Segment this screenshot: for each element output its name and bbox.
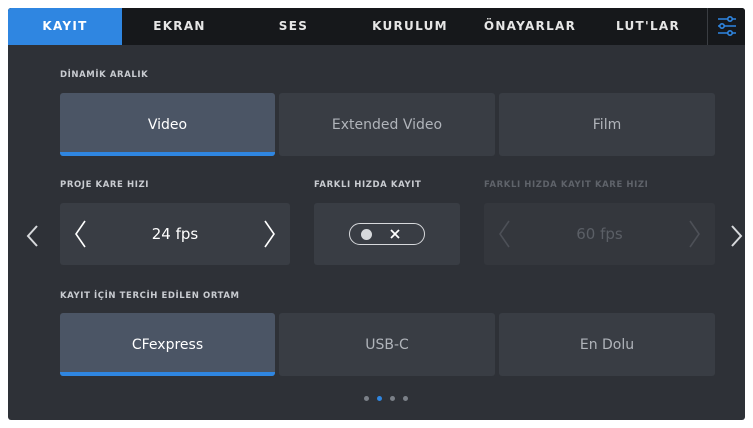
off-speed-toggle[interactable] <box>349 223 425 245</box>
camera-settings-screen: KAYIT EKRAN SES KURULUM ÖNAYARLAR LUT'LA… <box>8 8 745 420</box>
page-dot-3[interactable] <box>390 396 395 401</box>
frame-rate-label: PROJE KARE HIZI <box>60 180 150 190</box>
page-dot-1[interactable] <box>364 396 369 401</box>
chevron-right-icon <box>689 220 700 248</box>
frame-rate-control: 24 fps <box>60 203 290 265</box>
chevron-right-icon <box>731 225 743 247</box>
tab-bar: KAYIT EKRAN SES KURULUM ÖNAYARLAR LUT'LA… <box>8 8 745 45</box>
frame-rate-increase-button[interactable] <box>256 203 282 265</box>
dynamic-range-film-label: Film <box>592 116 622 133</box>
media-cfexpress-button[interactable]: CFexpress <box>60 313 275 376</box>
tab-onayarlar[interactable]: ÖNAYARLAR <box>470 8 590 45</box>
chevron-left-icon <box>26 225 38 247</box>
previous-page-button[interactable] <box>22 216 44 256</box>
chevron-right-icon <box>264 220 275 248</box>
tab-ses[interactable]: SES <box>237 8 350 45</box>
close-icon <box>390 229 400 239</box>
selected-indicator <box>60 372 275 376</box>
chevron-left-icon <box>75 220 86 248</box>
tab-ekran[interactable]: EKRAN <box>122 8 237 45</box>
media-cfexpress-label: CFexpress <box>131 336 204 353</box>
settings-menu-button[interactable] <box>707 8 745 45</box>
frame-rate-decrease-button[interactable] <box>68 203 94 265</box>
tab-kurulum[interactable]: KURULUM <box>350 8 470 45</box>
media-label: KAYIT İÇİN TERCİH EDİLEN ORTAM <box>60 291 240 301</box>
dynamic-range-video-button[interactable]: Video <box>60 93 275 156</box>
off-speed-rate-value: 60 fps <box>576 225 623 243</box>
off-speed-panel <box>314 203 460 265</box>
toggle-knob <box>361 228 372 240</box>
off-speed-rate-label: FARKLI HIZDA KAYIT KARE HIZI <box>484 180 649 190</box>
off-speed-rate-increase-button <box>681 203 707 265</box>
dynamic-range-video-label: Video <box>147 116 188 133</box>
dynamic-range-film-button[interactable]: Film <box>499 93 715 156</box>
selected-indicator <box>60 152 275 156</box>
off-speed-rate-control: 60 fps <box>484 203 715 265</box>
dynamic-range-extended-video-label: Extended Video <box>331 116 443 133</box>
media-fullest-button[interactable]: En Dolu <box>499 313 715 376</box>
media-usb-c-button[interactable]: USB-C <box>279 313 495 376</box>
off-speed-label: FARKLI HIZDA KAYIT <box>314 180 422 190</box>
tab-kayit[interactable]: KAYIT <box>8 8 122 45</box>
page-dot-4[interactable] <box>403 396 408 401</box>
frame-rate-value: 24 fps <box>151 225 199 243</box>
next-page-button[interactable] <box>726 216 745 256</box>
chevron-left-icon <box>499 220 510 248</box>
page-dot-2[interactable] <box>377 396 382 401</box>
sliders-icon <box>718 16 736 36</box>
off-speed-rate-decrease-button <box>492 203 518 265</box>
dynamic-range-extended-video-button[interactable]: Extended Video <box>279 93 495 156</box>
media-usb-c-label: USB-C <box>365 336 409 353</box>
dynamic-range-label: DİNAMİK ARALIK <box>60 70 149 80</box>
tab-lutlar[interactable]: LUT'LAR <box>590 8 706 45</box>
media-fullest-label: En Dolu <box>579 336 635 353</box>
